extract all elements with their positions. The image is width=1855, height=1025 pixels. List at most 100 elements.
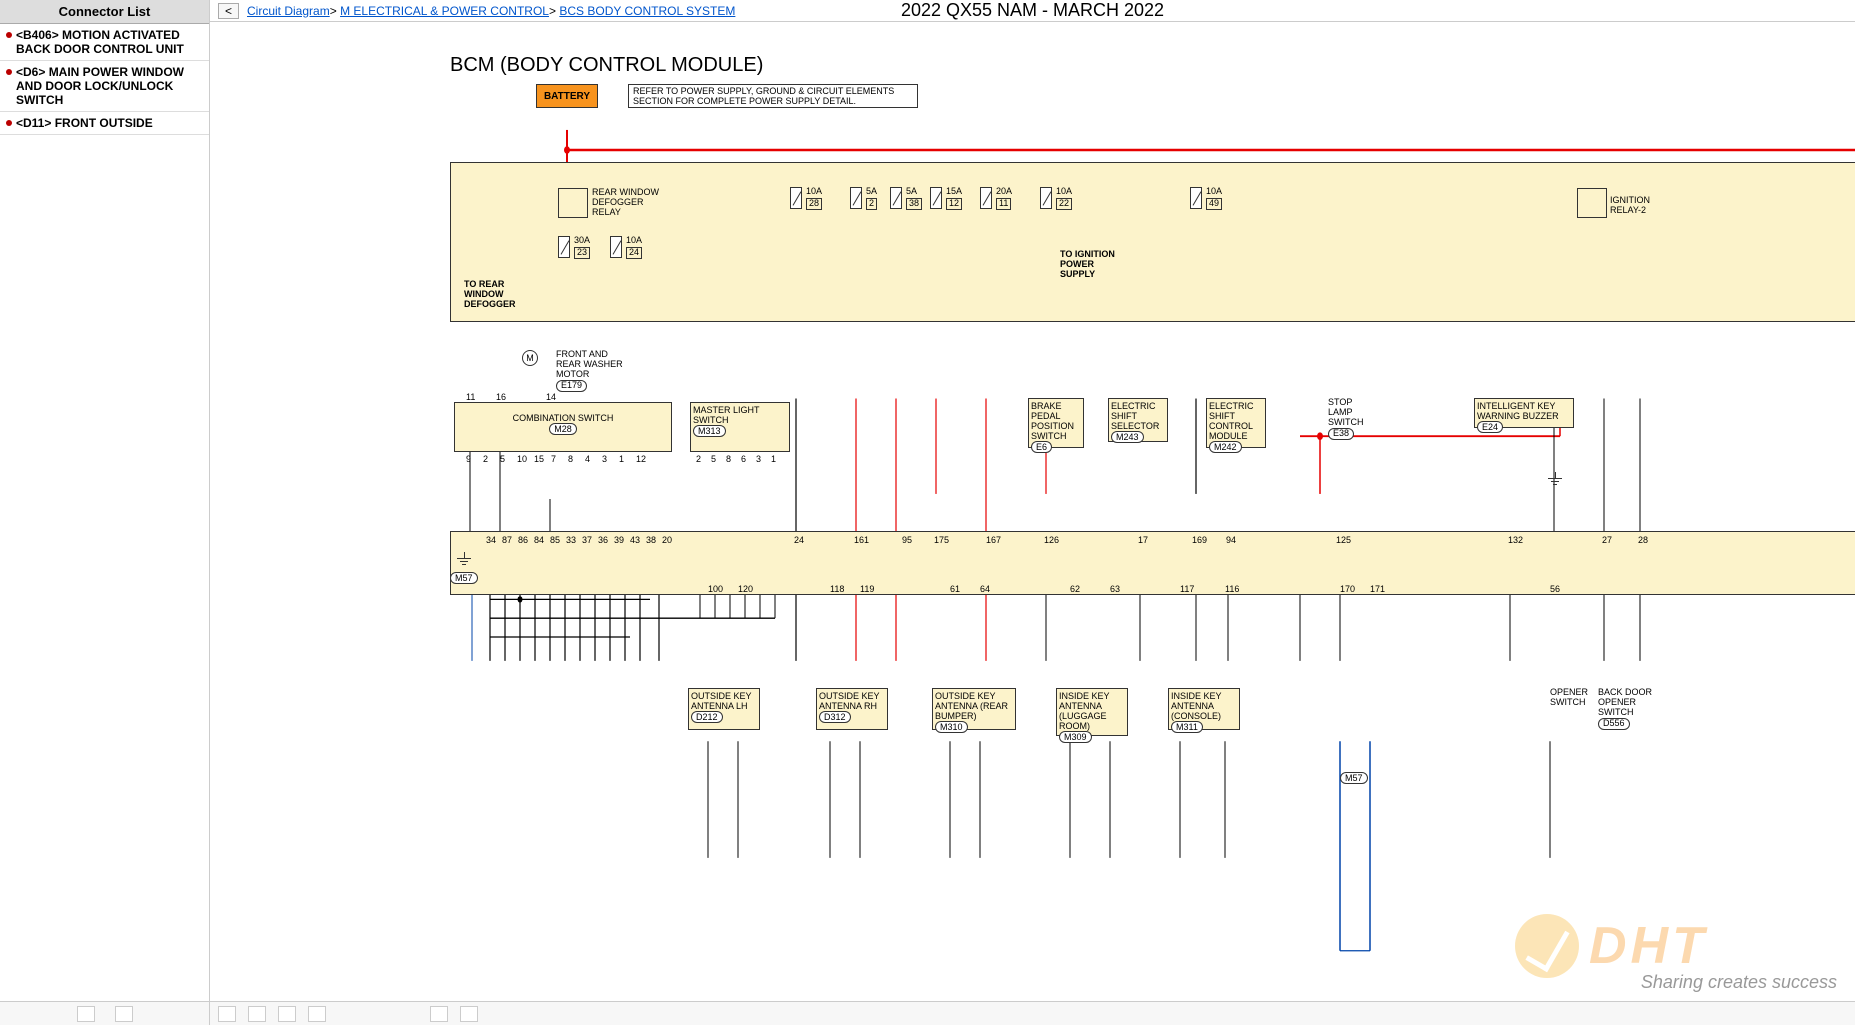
- pin-label: 2: [483, 454, 488, 464]
- outside-key-antenna-rh: OUTSIDE KEY ANTENNA RHD312: [816, 688, 888, 730]
- pin-label: 1: [771, 454, 776, 464]
- fuse-icon: [790, 187, 802, 209]
- pin-label: 87: [502, 535, 512, 545]
- ignition-relay-label: IGNITION RELAY-2: [1610, 196, 1660, 216]
- fuse-label: 10A49: [1206, 187, 1222, 210]
- pin-label: 33: [566, 535, 576, 545]
- pin-label: 34: [486, 535, 496, 545]
- fuse-icon: [1040, 187, 1052, 209]
- ground-conn-m57: M57: [450, 572, 478, 584]
- pin-label: 5: [500, 454, 505, 464]
- crumb-electrical[interactable]: M ELECTRICAL & POWER CONTROL: [340, 4, 549, 18]
- diagram-canvas[interactable]: BCM (BODY CONTROL MODULE) BATTERY REFER …: [210, 22, 1855, 1001]
- pin-label: 63: [1110, 584, 1120, 594]
- brake-pedal-switch: BRAKE PEDAL POSITION SWITCHE6: [1028, 398, 1084, 448]
- pin-label: 126: [1044, 535, 1059, 545]
- tool-grid-icon[interactable]: [308, 1006, 326, 1022]
- connector-item[interactable]: <B406> MOTION ACTIVATED BACK DOOR CONTRO…: [0, 24, 209, 61]
- pin-label: 3: [756, 454, 761, 464]
- electric-shift-selector: ELECTRIC SHIFT SELECTORM243: [1108, 398, 1168, 442]
- to-ignition-label: TO IGNITION POWER SUPPLY: [1060, 250, 1130, 280]
- pin-label: 28: [1638, 535, 1648, 545]
- pin-label: 20: [662, 535, 672, 545]
- fuse-label: 20A11: [996, 187, 1012, 210]
- pin-label: 125: [1336, 535, 1351, 545]
- pin-label: 64: [980, 584, 990, 594]
- pin-label: 116: [1225, 584, 1239, 594]
- pin-label: 119: [860, 584, 874, 594]
- pin-label: 171: [1370, 584, 1385, 594]
- ground-icon: [457, 558, 471, 570]
- pin-label: 16: [496, 392, 506, 402]
- connector-list: <B406> MOTION ACTIVATED BACK DOOR CONTRO…: [0, 24, 209, 1001]
- pin-label: 117: [1180, 584, 1194, 594]
- pin-label: 6: [741, 454, 746, 464]
- pin-label: 38: [646, 535, 656, 545]
- battery-box: BATTERY: [536, 84, 598, 108]
- inside-key-antenna-luggage: INSIDE KEY ANTENNA (LUGGAGE ROOM)M309: [1056, 688, 1128, 736]
- pin-label: 94: [1226, 535, 1236, 545]
- pin-label: 10: [517, 454, 527, 464]
- connector-list-header: Connector List: [0, 0, 209, 24]
- pin-label: 169: [1192, 535, 1207, 545]
- pin-label: 4: [585, 454, 590, 464]
- sidebar-tool-1[interactable]: [77, 1006, 95, 1022]
- pin-label: 2: [696, 454, 701, 464]
- back-button[interactable]: <: [218, 3, 239, 19]
- pin-label: 85: [550, 535, 560, 545]
- bottom-toolbar: [210, 1001, 1855, 1025]
- pin-label: 24: [794, 535, 804, 545]
- power-supply-note: REFER TO POWER SUPPLY, GROUND & CIRCUIT …: [628, 84, 918, 108]
- master-light-switch: MASTER LIGHT SWITCHM313: [690, 402, 790, 452]
- tool-back-icon[interactable]: [218, 1006, 236, 1022]
- tool-print-icon[interactable]: [430, 1006, 448, 1022]
- electric-shift-module: ELECTRIC SHIFT CONTROL MODULEM242: [1206, 398, 1266, 448]
- ground-icon: [1548, 478, 1562, 490]
- connector-item[interactable]: <D11> FRONT OUTSIDE: [0, 112, 209, 135]
- pin-label: 11: [466, 392, 475, 402]
- watermark-logo: DHT: [1515, 911, 1775, 981]
- stop-lamp-switch: STOP LAMP SWITCHE38: [1328, 398, 1373, 440]
- back-door-opener-switch: BACK DOOR OPENER SWITCHD556: [1598, 688, 1656, 730]
- tool-page-icon[interactable]: [248, 1006, 266, 1022]
- topbar: < Circuit Diagram> M ELECTRICAL & POWER …: [210, 0, 1855, 22]
- fuse-icon: [890, 187, 902, 209]
- pin-label: 1: [619, 454, 624, 464]
- pin-label: 100: [708, 584, 723, 594]
- fuse-icon: [1190, 187, 1202, 209]
- pin-label: 17: [1138, 535, 1148, 545]
- pin-label: 27: [1602, 535, 1612, 545]
- crumb-bcs[interactable]: BCS BODY CONTROL SYSTEM: [559, 4, 735, 18]
- watermark-text: Sharing creates success: [1641, 972, 1837, 993]
- combination-switch: COMBINATION SWITCH M28: [454, 402, 672, 452]
- fuse-label: 5A2: [866, 187, 877, 210]
- diagram-title: BCM (BODY CONTROL MODULE): [450, 54, 763, 77]
- ground-conn-m57-2: M57: [1340, 772, 1368, 784]
- pin-label: 8: [726, 454, 731, 464]
- pin-label: 9: [466, 454, 471, 464]
- pin-label: 14: [546, 392, 556, 402]
- washer-motor-label: FRONT AND REAR WASHER MOTORE179: [556, 350, 626, 392]
- outside-key-antenna-lh: OUTSIDE KEY ANTENNA LHD212: [688, 688, 760, 730]
- outside-key-antenna-rear: OUTSIDE KEY ANTENNA (REAR BUMPER)M310: [932, 688, 1016, 730]
- crumb-circuit-diagram[interactable]: Circuit Diagram: [247, 4, 330, 18]
- pin-label: 36: [598, 535, 608, 545]
- fuse-icon: [610, 236, 622, 258]
- pin-label: 7: [551, 454, 556, 464]
- pin-label: 95: [902, 535, 912, 545]
- connector-item[interactable]: <D6> MAIN POWER WINDOW AND DOOR LOCK/UNL…: [0, 61, 209, 112]
- pin-label: 161: [854, 535, 869, 545]
- tool-copy-icon[interactable]: [278, 1006, 296, 1022]
- sidebar-tool-2[interactable]: [115, 1006, 133, 1022]
- fuse-icon: [850, 187, 862, 209]
- pin-label: 132: [1508, 535, 1523, 545]
- pin-label: 12: [636, 454, 646, 464]
- pin-label: 175: [934, 535, 949, 545]
- tool-highlight-icon[interactable]: [460, 1006, 478, 1022]
- pin-label: 170: [1340, 584, 1355, 594]
- fuse-icon: [980, 187, 992, 209]
- pin-label: 62: [1070, 584, 1080, 594]
- pin-label: 37: [582, 535, 592, 545]
- washer-motor-icon: M: [522, 350, 538, 366]
- pin-label: 43: [630, 535, 640, 545]
